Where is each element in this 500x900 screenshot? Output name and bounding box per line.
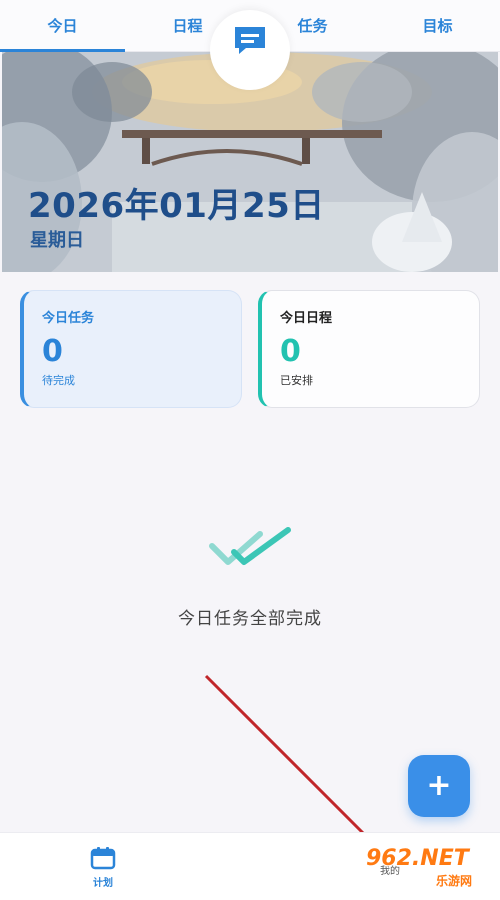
tab-goals[interactable]: 目标 [375, 0, 500, 51]
plus-icon: + [426, 768, 452, 803]
calendar-icon [90, 846, 116, 869]
nav-plan-label: 计划 [93, 877, 113, 889]
watermark: 962.NET 乐游网 [366, 846, 494, 892]
nav-plan[interactable]: 计划 [63, 833, 143, 900]
double-check-icon [209, 527, 291, 565]
card-title: 今日任务 [42, 311, 95, 326]
today-tasks-card[interactable]: 今日任务 0 待完成 [20, 290, 242, 408]
hero-date: 2026年01月25日 [28, 186, 325, 226]
card-title: 今日日程 [280, 311, 333, 326]
empty-state-text: 今日任务全部完成 [178, 609, 322, 629]
message-icon [235, 27, 265, 54]
nav-center-button[interactable] [210, 10, 290, 90]
add-button[interactable]: + [408, 755, 470, 817]
card-count: 0 [280, 334, 301, 369]
card-count: 0 [42, 334, 63, 369]
card-subtitle: 已安排 [280, 374, 313, 387]
card-subtitle: 待完成 [42, 374, 75, 387]
watermark-logo: 962.NET [366, 846, 469, 871]
watermark-subtitle: 乐游网 [436, 874, 473, 888]
tab-today[interactable]: 今日 [0, 0, 125, 52]
today-schedule-card[interactable]: 今日日程 0 已安排 [258, 290, 480, 408]
hero-weekday: 星期日 [30, 230, 84, 251]
